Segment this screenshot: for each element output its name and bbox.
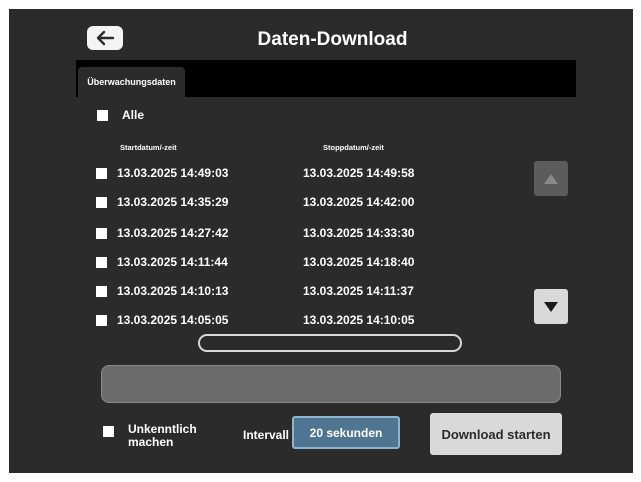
row-checkbox[interactable] xyxy=(96,256,107,268)
select-all-checkbox[interactable] xyxy=(97,109,108,121)
stop-time: 13.03.2025 14:18:40 xyxy=(303,255,415,269)
list-item[interactable]: 13.03.2025 14:35:29 13.03.2025 14:42:00 xyxy=(86,192,506,212)
stop-time: 13.03.2025 14:33:30 xyxy=(303,226,415,240)
list-item[interactable]: 13.03.2025 14:05:05 13.03.2025 14:10:05 xyxy=(86,310,506,329)
scroll-up-button[interactable] xyxy=(534,161,568,196)
page-title: Daten-Download xyxy=(257,29,408,50)
list-item[interactable]: 13.03.2025 14:49:03 13.03.2025 14:49:58 xyxy=(86,163,506,183)
column-header-stop: Stoppdatum/-zeit xyxy=(323,143,384,152)
row-checkbox[interactable] xyxy=(96,227,107,239)
horizontal-scrollbar[interactable] xyxy=(198,334,462,352)
row-checkbox[interactable] xyxy=(96,314,107,326)
list-item[interactable]: 13.03.2025 14:11:44 13.03.2025 14:18:40 xyxy=(86,252,506,272)
start-time: 13.03.2025 14:10:13 xyxy=(117,284,229,298)
stop-time: 13.03.2025 14:42:00 xyxy=(303,195,415,209)
tab-bar: Überwachungsdaten xyxy=(76,60,576,97)
row-checkbox[interactable] xyxy=(96,196,107,208)
recording-list: 13.03.2025 14:49:03 13.03.2025 14:49:58 … xyxy=(86,163,506,329)
tab-monitoring-data[interactable]: Überwachungsdaten xyxy=(78,67,185,97)
anonymize-label: Unkenntlich machen xyxy=(128,422,197,449)
start-time: 13.03.2025 14:27:42 xyxy=(117,226,229,240)
select-all-row[interactable]: Alle xyxy=(97,108,144,122)
stop-time: 13.03.2025 14:11:37 xyxy=(303,284,414,298)
start-time: 13.03.2025 14:05:05 xyxy=(117,313,229,327)
start-time: 13.03.2025 14:11:44 xyxy=(117,255,228,269)
progress-field xyxy=(101,365,561,403)
interval-label: Intervall xyxy=(243,428,290,442)
stop-time: 13.03.2025 14:10:05 xyxy=(303,313,415,327)
row-checkbox[interactable] xyxy=(96,167,107,179)
list-item[interactable]: 13.03.2025 14:10:13 13.03.2025 14:11:37 xyxy=(86,281,506,301)
stop-time: 13.03.2025 14:49:58 xyxy=(303,166,415,180)
select-all-label: Alle xyxy=(122,108,145,122)
column-header-start: Startdatum/-zeit xyxy=(120,143,177,152)
row-checkbox[interactable] xyxy=(96,285,107,297)
triangle-down-icon xyxy=(544,301,558,312)
scroll-down-button[interactable] xyxy=(534,289,568,324)
list-item[interactable]: 13.03.2025 14:27:42 13.03.2025 14:33:30 xyxy=(86,223,506,243)
anonymize-checkbox[interactable] xyxy=(103,426,114,437)
triangle-up-icon xyxy=(544,173,558,184)
start-time: 13.03.2025 14:35:29 xyxy=(117,195,229,209)
interval-select-button[interactable]: 20 sekunden xyxy=(292,416,400,449)
start-time: 13.03.2025 14:49:03 xyxy=(117,166,229,180)
start-download-button[interactable]: Download starten xyxy=(430,413,562,455)
